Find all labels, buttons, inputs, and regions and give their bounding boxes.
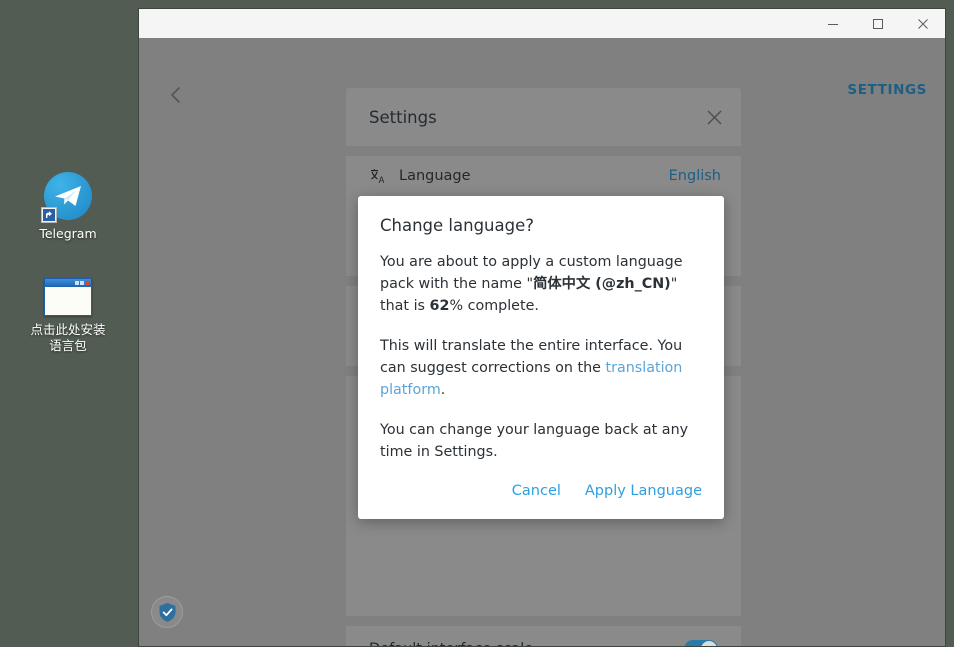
desktop-icon-telegram[interactable]: Telegram (13, 172, 123, 242)
dialog-title: Change language? (380, 216, 702, 235)
settings-panel-header: Settings (346, 88, 741, 146)
dialog-actions: Cancel Apply Language (380, 483, 702, 505)
settings-link[interactable]: SETTINGS (847, 82, 927, 98)
close-button[interactable] (900, 9, 945, 38)
settings-row-language[interactable]: A Language English (346, 156, 741, 196)
desktop-icon-language-pack[interactable]: 点击此处安装语言包 (13, 278, 123, 354)
desktop-icon-label: 点击此处安装语言包 (16, 322, 120, 354)
section-divider (346, 146, 741, 156)
settings-row-hidden (346, 576, 741, 616)
settings-panel-title: Settings (369, 108, 437, 127)
dialog-text: % complete. (449, 298, 538, 314)
minimize-button[interactable] (810, 9, 855, 38)
cancel-button[interactable]: Cancel (512, 483, 561, 499)
settings-row-label: Language (399, 168, 669, 184)
dialog-text: . (441, 382, 446, 398)
shortcut-overlay-icon (41, 207, 57, 223)
interface-scale-toggle[interactable] (684, 640, 718, 647)
svg-text:A: A (379, 175, 385, 185)
shield-check-icon[interactable] (151, 596, 183, 628)
interface-scale-label: Default interface scale (369, 641, 533, 647)
settings-row-hidden (346, 536, 741, 576)
window-titlebar (139, 9, 945, 38)
desktop-icon-label: Telegram (16, 226, 120, 242)
completion-percent: 62 (430, 298, 450, 314)
apply-language-button[interactable]: Apply Language (585, 483, 702, 499)
dialog-paragraph-3: You can change your language back at any… (380, 419, 702, 463)
telegram-plane-icon (44, 172, 92, 220)
window-icon (44, 278, 92, 316)
back-button[interactable] (161, 80, 191, 110)
section-divider (346, 616, 741, 626)
settings-close-icon[interactable] (706, 109, 723, 126)
change-language-dialog: Change language? You are about to apply … (358, 196, 724, 519)
language-pack-name: 简体中文 (@zh_CN) (533, 276, 671, 292)
maximize-button[interactable] (855, 9, 900, 38)
settings-section-appearance: Default interface scale 100% (346, 626, 741, 647)
dialog-paragraph-1: You are about to apply a custom language… (380, 251, 702, 317)
dialog-paragraph-2: This will translate the entire interface… (380, 335, 702, 401)
translate-icon: A (369, 167, 399, 185)
settings-row-value[interactable]: English (669, 168, 721, 184)
